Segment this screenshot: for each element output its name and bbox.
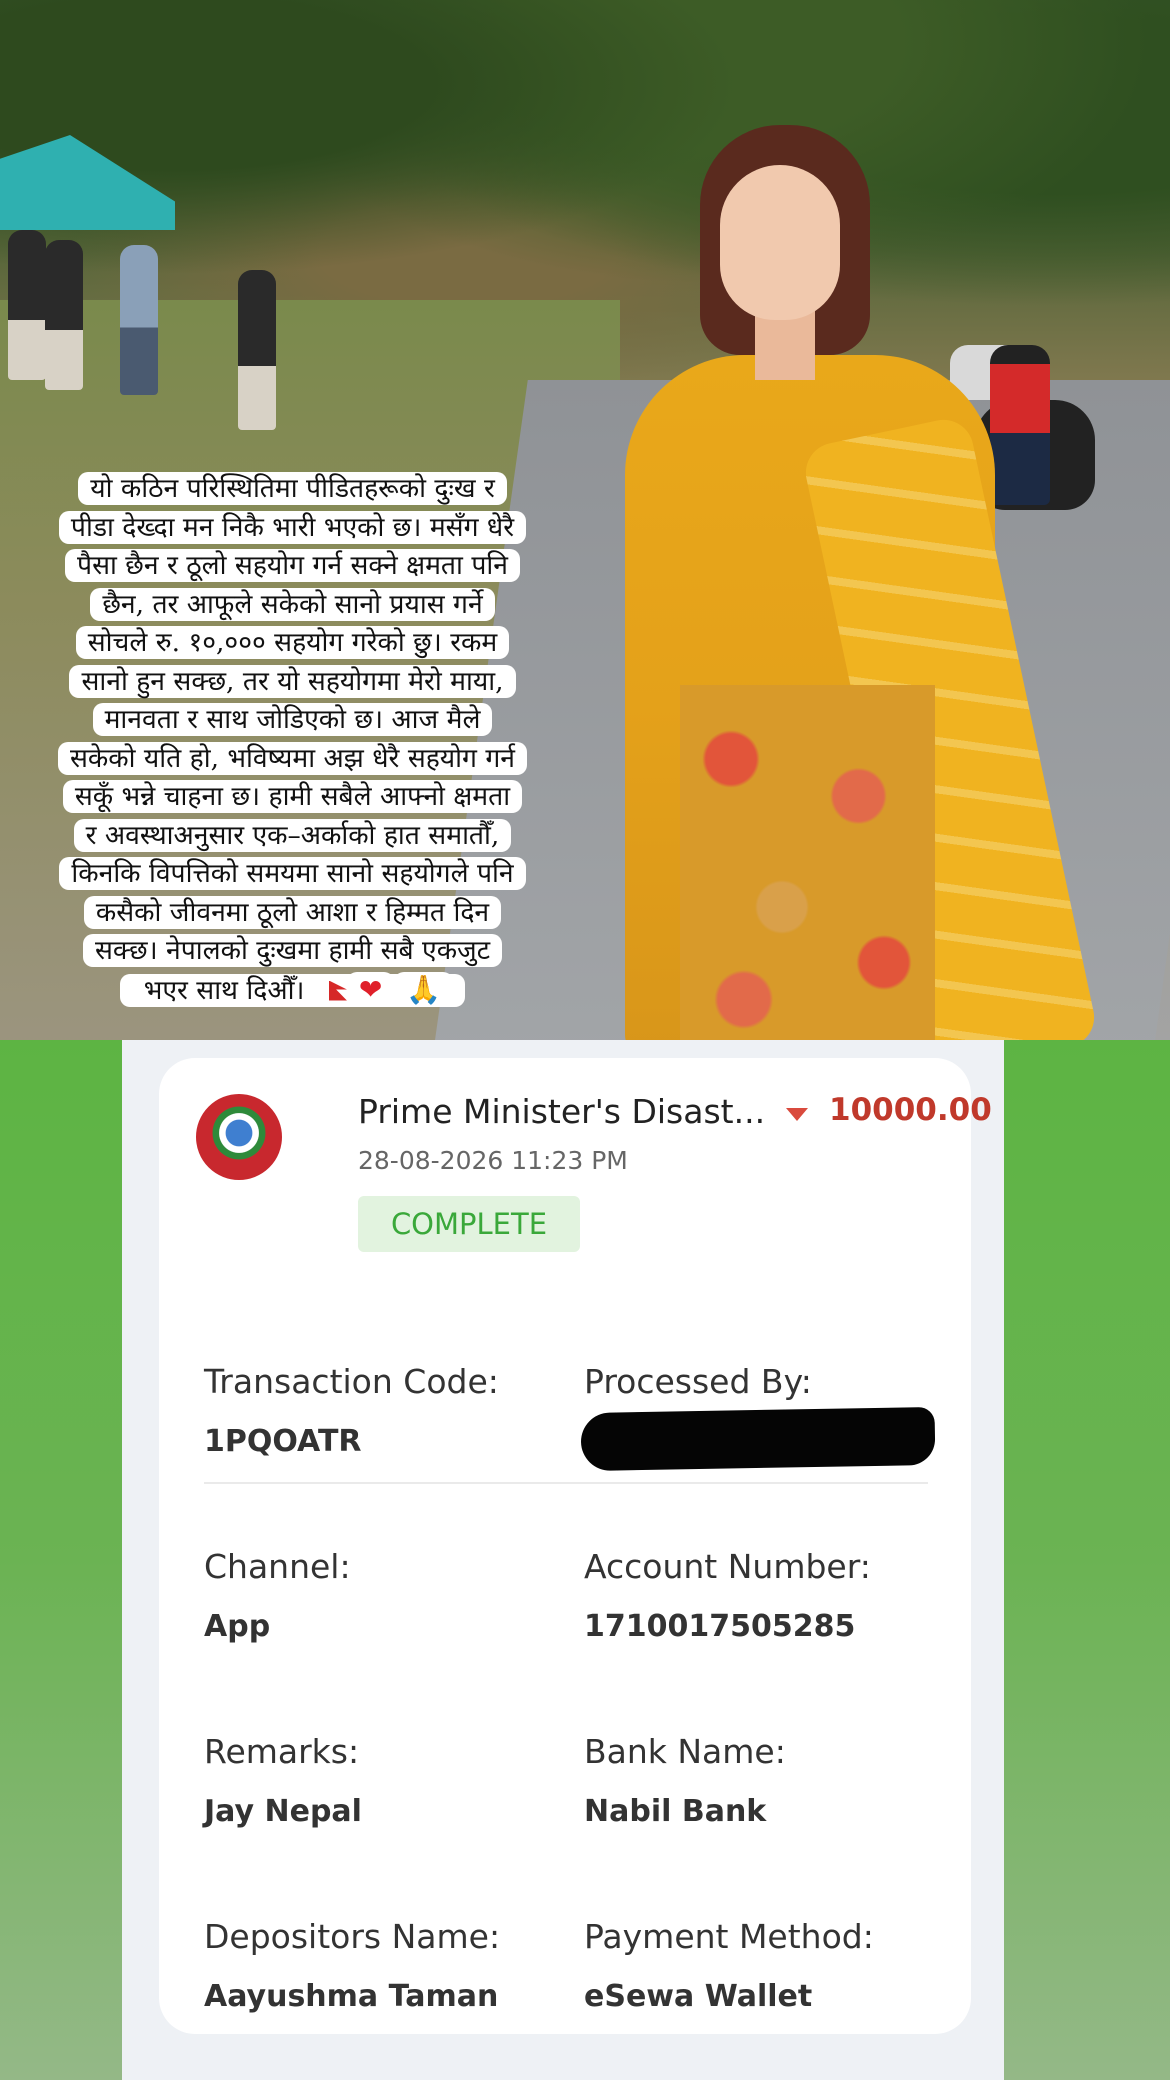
caption-line: सोचले रु. १०,००० सहयोग गरेको छु। रकम — [75, 626, 510, 659]
status-badge: COMPLETE — [358, 1196, 580, 1252]
caption-line: छैन, तर आफूले सकेको सानो प्रयास गर्ने — [90, 587, 495, 621]
bystander — [120, 245, 158, 395]
caption-line: सकूँ भन्ने चाहना छ। हामी सबैले आफ्नो क्ष… — [62, 780, 523, 813]
payment-method-label: Payment Method: — [584, 1917, 874, 1956]
account-number-label: Account Number: — [584, 1547, 871, 1586]
caption-line: पैसा छैन र ठूलो सहयोग गर्न सक्ने क्षमता … — [65, 549, 520, 582]
bystander — [238, 270, 276, 430]
story-photo: यो कठिन परिस्थितिमा पीडितहरूको दुःख र पी… — [0, 0, 1170, 1040]
story-caption: यो कठिन परिस्थितिमा पीडितहरूको दुःख र पी… — [0, 470, 585, 1010]
channel-label: Channel: — [204, 1547, 351, 1586]
merchant-name: Prime Minister's Disast... — [358, 1092, 766, 1131]
account-number-value: 1710017505285 — [584, 1609, 856, 1644]
redacted-processed-by — [580, 1406, 936, 1472]
caption-line: कसैको जीवनमा ठूलो आशा र हिम्मत दिन — [83, 895, 502, 929]
payment-method-value: eSewa Wallet — [584, 1979, 813, 2014]
phone-screen: Prime Minister's Disast... 10000.00 28-0… — [122, 1040, 1004, 2080]
caption-line: सानो हुन सक्छ, तर यो सहयोगमा मेरो माया, — [69, 664, 516, 698]
woman-portrait — [565, 125, 1100, 1040]
depositors-name-label: Depositors Name: — [204, 1917, 501, 1956]
pray-hands-icon: 🙏 — [394, 971, 454, 1007]
debit-caret-icon — [786, 1108, 808, 1121]
remarks-value: Jay Nepal — [204, 1794, 362, 1829]
caption-last-line: भएर साथ दिऔँ। ❤ 🙏 — [119, 971, 466, 1007]
remarks-label: Remarks: — [204, 1732, 360, 1771]
transaction-code-value: 1PQOATR — [204, 1424, 362, 1459]
channel-value: App — [204, 1609, 271, 1644]
transaction-card[interactable]: Prime Minister's Disast... 10000.00 28-0… — [159, 1058, 992, 2034]
caption-line: यो कठिन परिस्थितिमा पीडितहरूको दुःख र — [78, 472, 507, 505]
receipt-background: Prime Minister's Disast... 10000.00 28-0… — [0, 1040, 1170, 2080]
heart-icon: ❤ — [346, 971, 395, 1007]
caption-line: सकेको यति हो, भविष्यमा अझ धेरै सहयोग गर्… — [57, 741, 528, 775]
caption-last-line-text: भएर साथ दिऔँ। — [131, 973, 317, 1007]
depositors-name-value: Aayushma Taman — [204, 1979, 499, 2014]
caption-line: र अवस्थाअनुसार एक–अर्काको हात समातौँ, — [73, 818, 512, 852]
transaction-datetime: 28-08-2026 11:23 PM — [358, 1146, 628, 1175]
caption-line: किनकि विपत्तिको समयमा सानो सहयोगले पनि — [59, 857, 526, 890]
divider — [204, 1482, 928, 1484]
nepal-government-emblem-icon — [196, 1094, 282, 1180]
transaction-amount: 10000.00 — [829, 1092, 992, 1128]
processed-by-label: Processed By: — [584, 1362, 812, 1401]
transaction-code-label: Transaction Code: — [204, 1362, 499, 1401]
bystander — [8, 230, 46, 380]
bank-name-value: Nabil Bank — [584, 1794, 767, 1829]
caption-line: पीडा देख्दा मन निकै भारी भएको छ। मसँग धे… — [58, 510, 527, 544]
bank-name-label: Bank Name: — [584, 1732, 786, 1771]
bystander — [45, 240, 83, 390]
caption-line: सक्छ। नेपालको दुःखमा हामी सबै एकजुट — [82, 934, 503, 967]
caption-line: मानवता र साथ जोडिएको छ। आज मैले — [92, 703, 493, 736]
nepal-flag-icon — [328, 980, 347, 1001]
